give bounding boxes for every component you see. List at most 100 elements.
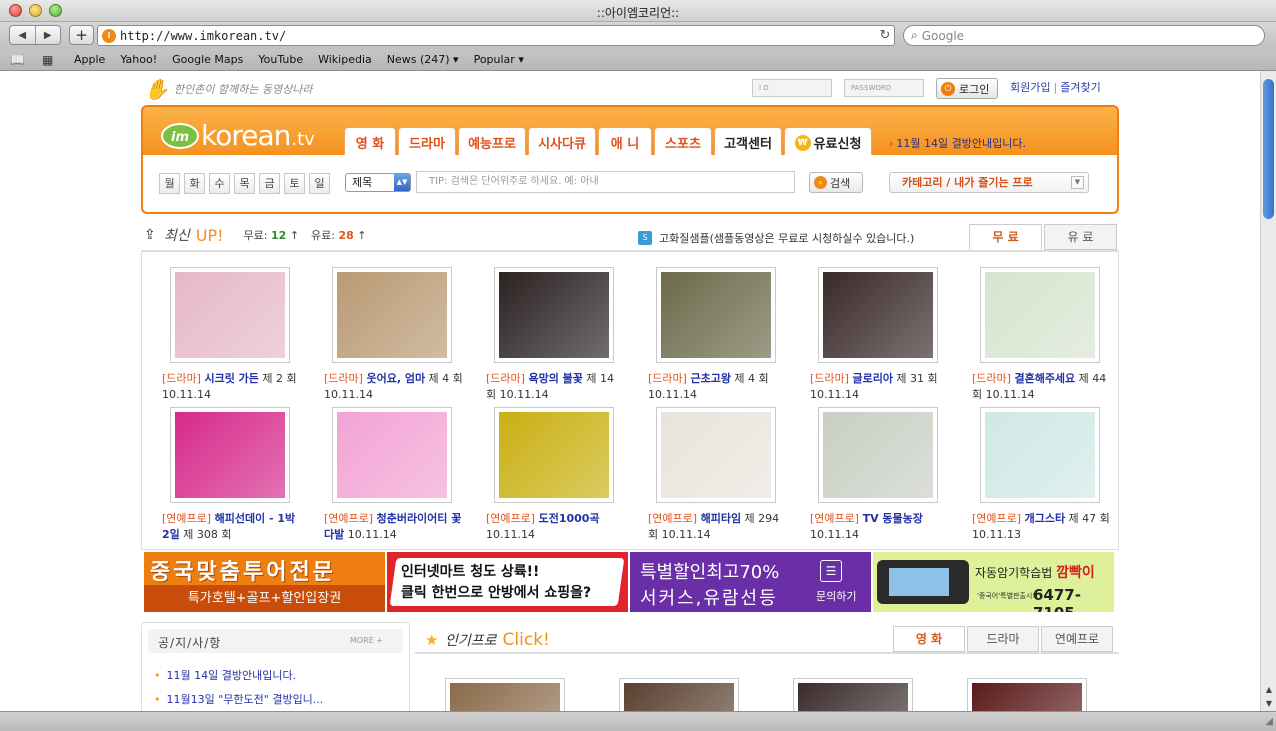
popular-item[interactable] (619, 678, 739, 711)
site-logo[interactable]: im korean .tv (161, 119, 315, 152)
show-caption[interactable]: [드라마] 결혼해주세요 제 44 회 10.11.14 (972, 371, 1112, 403)
tab-customer-center[interactable]: 고객센터 (714, 127, 782, 157)
hd-sample-note[interactable]: S 고화질샘플(샘플동영상은 무료로 시청하실수 있습니다.) (638, 230, 914, 246)
show-title[interactable]: 웃어요, 엄마 (366, 372, 425, 385)
show-title[interactable]: 해피타임 (701, 512, 741, 525)
search-input[interactable]: TIP: 검색은 단어위주로 하세요. 예: 아내 (416, 171, 795, 193)
show-caption[interactable]: [드라마] 글로리아 제 31 회 10.11.14 (810, 371, 950, 403)
category-dropdown[interactable]: 카테고리 / 내가 즐기는 프로 ▼ (889, 172, 1089, 193)
tab-variety[interactable]: 예능프로 (458, 127, 526, 157)
tab-animation[interactable]: 애 니 (598, 127, 652, 157)
show-thumbnail[interactable] (332, 267, 452, 363)
url-text[interactable]: http://www.imkorean.tv/ (120, 29, 876, 43)
show-item[interactable]: [연예프로] 해피선데이 - 1박2일 제 308 회 (162, 407, 312, 543)
signup-link[interactable]: 회원가입 (1010, 81, 1050, 94)
notice-item[interactable]: • 11월 14일 결방안내입니다. (154, 667, 296, 683)
show-thumbnail[interactable] (494, 267, 614, 363)
show-caption[interactable]: [드라마] 시크릿 가든 제 2 회 10.11.14 (162, 371, 302, 403)
show-item[interactable]: [드라마] 욕망의 불꽃 제 14 회 10.11.14 (486, 267, 636, 403)
popular-item[interactable] (967, 678, 1087, 711)
notice-item[interactable]: • 11월13일 "무한도전" 결방입니... (154, 691, 323, 707)
show-caption[interactable]: [연예프로] 도전1000곡 10.11.14 (486, 511, 626, 543)
header-notice-link[interactable]: › 11월 14일 결방안내입니다. (889, 135, 1026, 151)
bookmark-popular[interactable]: Popular ▾ (474, 53, 524, 66)
show-item[interactable]: [연예프로] TV 동물농장 10.11.14 (810, 407, 960, 543)
login-id-input[interactable]: I D (752, 79, 832, 97)
show-caption[interactable]: [연예프로] 해피타임 제 294 회 10.11.14 (648, 511, 788, 543)
show-title[interactable]: TV 동물농장 (863, 512, 923, 525)
day-thu-button[interactable]: 목 (234, 173, 255, 194)
notice-more-link[interactable]: MORE + (350, 636, 383, 645)
show-item[interactable]: [드라마] 근초고왕 제 4 회 10.11.14 (648, 267, 798, 403)
popular-tab-variety[interactable]: 연예프로 (1041, 626, 1113, 652)
scroll-thumb[interactable] (1263, 79, 1274, 219)
show-item[interactable]: [연예프로] 도전1000곡 10.11.14 (486, 407, 636, 543)
popular-item[interactable] (793, 678, 913, 711)
china-tour-banner[interactable]: 중국맞춤투어전문 특가호텔+골프+할인입장권 (144, 552, 385, 612)
tab-drama[interactable]: 드라마 (398, 127, 456, 157)
show-caption[interactable]: [드라마] 근초고왕 제 4 회 10.11.14 (648, 371, 788, 403)
login-button[interactable]: ⏻ 로그인 (936, 78, 998, 99)
add-bookmark-button[interactable]: + (69, 25, 94, 45)
book-icon[interactable]: 📖 (10, 54, 28, 66)
show-item[interactable]: [드라마] 웃어요, 엄마 제 4 회 10.11.14 (324, 267, 474, 403)
forward-button[interactable]: ▶ (34, 26, 61, 44)
search-type-select[interactable]: 제목 ▲▼ (345, 173, 411, 192)
show-thumbnail[interactable] (656, 267, 776, 363)
study-device-banner[interactable]: 자동암기학습법 깜빡이 '중국어'특별판출시!! 6477-7105 (873, 552, 1114, 612)
tab-paid[interactable]: 유 료 (1044, 224, 1117, 250)
show-item[interactable]: [연예프로] 개그스타 제 47 회 10.11.13 (972, 407, 1122, 543)
bookmark-yahoo[interactable]: Yahoo! (120, 53, 157, 66)
tab-paid-signup[interactable]: ₩ 유료신청 (784, 127, 872, 157)
show-title[interactable]: 결혼해주세요 (1014, 372, 1075, 385)
address-bar[interactable]: i http://www.imkorean.tv/ ↻ (97, 25, 895, 46)
show-caption[interactable]: [드라마] 웃어요, 엄마 제 4 회 10.11.14 (324, 371, 464, 403)
show-item[interactable]: [드라마] 결혼해주세요 제 44 회 10.11.14 (972, 267, 1122, 403)
search-button[interactable]: ⌕ 검색 (809, 172, 863, 193)
show-caption[interactable]: [연예프로] 해피선데이 - 1박2일 제 308 회 (162, 511, 302, 543)
show-caption[interactable]: [연예프로] TV 동물농장 10.11.14 (810, 511, 950, 543)
internet-mart-banner[interactable]: 인터넷마트 청도 상륙!! 클릭 한번으로 안방에서 쇼핑을? (387, 552, 628, 612)
resize-grip-icon[interactable]: ◢ (1265, 716, 1273, 727)
show-item[interactable]: [드라마] 글로리아 제 31 회 10.11.14 (810, 267, 960, 403)
favorites-link[interactable]: 즐겨찾기 (1060, 81, 1100, 94)
grid-icon[interactable]: ▦ (42, 54, 60, 66)
day-tue-button[interactable]: 화 (184, 173, 205, 194)
scroll-arrows-icon[interactable]: ▲ ▼ (1261, 683, 1276, 711)
show-title[interactable]: 도전1000곡 (539, 512, 600, 525)
show-item[interactable]: [연예프로] 해피타임 제 294 회 10.11.14 (648, 407, 798, 543)
bookmark-google-maps[interactable]: Google Maps (172, 53, 243, 66)
day-sat-button[interactable]: 토 (284, 173, 305, 194)
browser-search-field[interactable]: ⌕ Google (903, 25, 1265, 46)
discount-banner[interactable]: 특별할인최고70% 서커스,유람선등 ☰ 문의하기 (630, 552, 871, 612)
show-thumbnail[interactable] (170, 407, 290, 503)
bookmark-apple[interactable]: Apple (74, 53, 105, 66)
show-caption[interactable]: [드라마] 욕망의 불꽃 제 14 회 10.11.14 (486, 371, 626, 403)
show-thumbnail[interactable] (170, 267, 290, 363)
show-item[interactable]: [연예프로] 청춘버라이어티 꽃다발 10.11.14 (324, 407, 474, 543)
day-fri-button[interactable]: 금 (259, 173, 280, 194)
tab-sports[interactable]: 스포츠 (654, 127, 712, 157)
show-caption[interactable]: [연예프로] 청춘버라이어티 꽃다발 10.11.14 (324, 511, 464, 543)
login-password-input[interactable]: PASSWORD (844, 79, 924, 97)
popular-item[interactable] (445, 678, 565, 711)
popular-tab-drama[interactable]: 드라마 (967, 626, 1039, 652)
bookmark-youtube[interactable]: YouTube (258, 53, 303, 66)
show-title[interactable]: 개그스타 (1025, 512, 1065, 525)
show-thumbnail[interactable] (656, 407, 776, 503)
show-thumbnail[interactable] (332, 407, 452, 503)
tab-movies[interactable]: 영 화 (344, 127, 396, 157)
day-wed-button[interactable]: 수 (209, 173, 230, 194)
back-button[interactable]: ◀ (10, 26, 35, 44)
day-sun-button[interactable]: 일 (309, 173, 330, 194)
show-title[interactable]: 글로리아 (852, 372, 892, 385)
show-title[interactable]: 시크릿 가든 (204, 372, 258, 385)
show-thumbnail[interactable] (980, 267, 1100, 363)
reload-icon[interactable]: ↻ (876, 28, 894, 43)
page-scrollbar[interactable]: ▲ ▼ (1260, 71, 1276, 711)
show-thumbnail[interactable] (980, 407, 1100, 503)
show-title[interactable]: 근초고왕 (690, 372, 730, 385)
tab-free[interactable]: 무 료 (969, 224, 1042, 250)
show-caption[interactable]: [연예프로] 개그스타 제 47 회 10.11.13 (972, 511, 1112, 543)
bookmark-wikipedia[interactable]: Wikipedia (318, 53, 372, 66)
